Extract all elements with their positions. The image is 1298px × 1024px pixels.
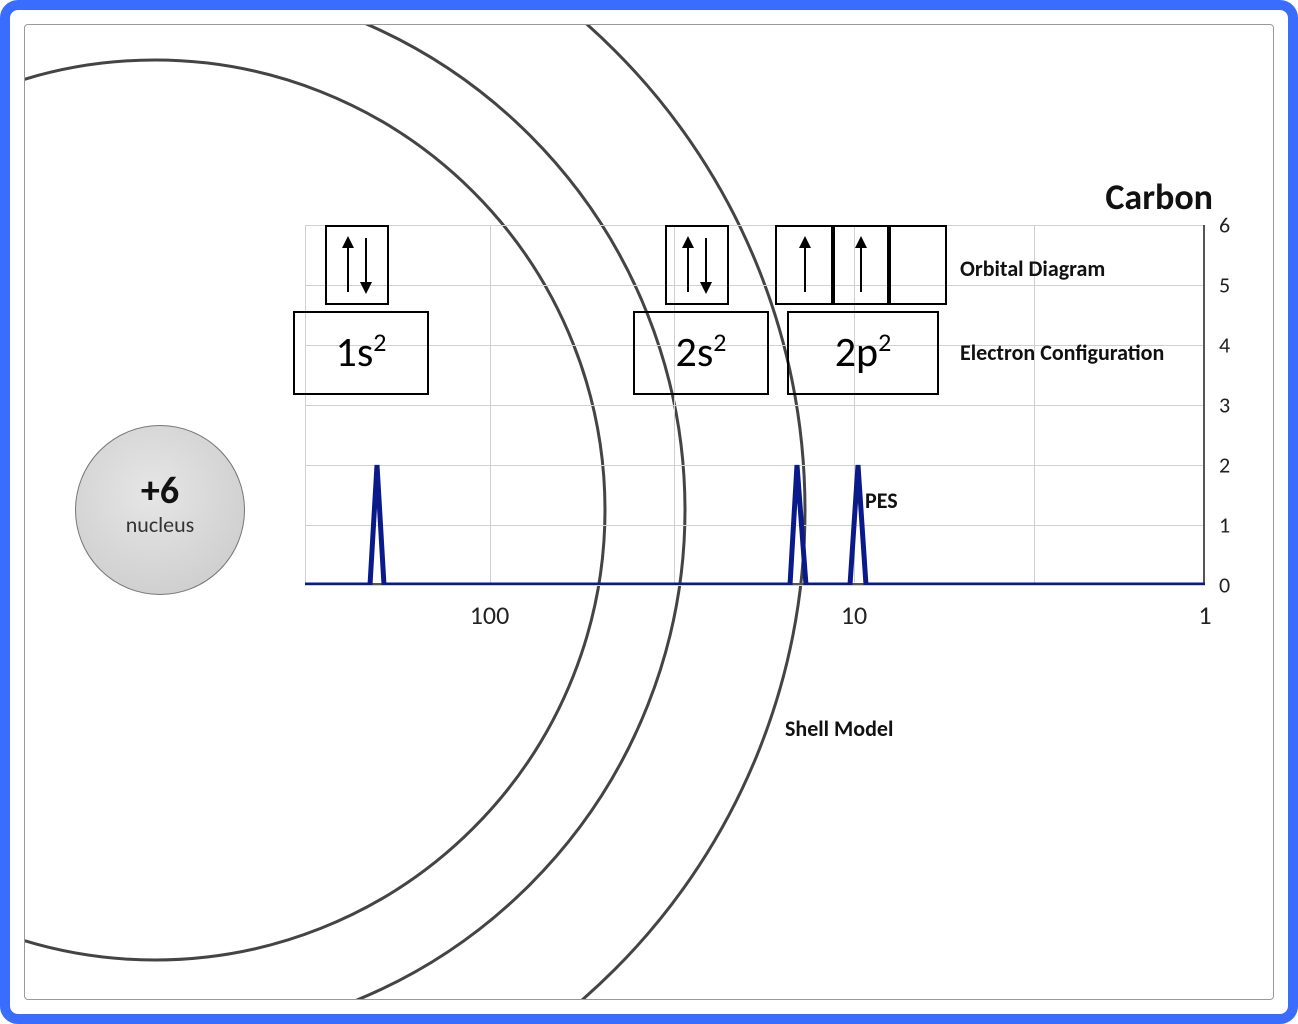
ytick-1: 1 xyxy=(1219,511,1230,538)
config-1s-base: 1s xyxy=(336,327,374,378)
ytick-5: 5 xyxy=(1219,272,1230,299)
config-2s: 2s2 xyxy=(633,311,769,395)
xtick-100: 100 xyxy=(470,599,510,631)
element-title: Carbon xyxy=(1105,175,1213,219)
config-2s-exp: 2 xyxy=(713,326,726,358)
spin-up-icon xyxy=(860,238,862,292)
spin-down-icon xyxy=(365,238,367,292)
spin-up-icon xyxy=(687,238,689,292)
xtick-10: 10 xyxy=(841,599,867,631)
nucleus: +6 nucleus xyxy=(75,425,245,595)
config-2p-base: 2p xyxy=(835,327,878,378)
nucleus-charge: +6 xyxy=(76,471,244,513)
nucleus-label: nucleus xyxy=(76,513,244,537)
orbital-2p-1 xyxy=(775,225,835,305)
spin-down-icon xyxy=(705,238,707,292)
config-2p-exp: 2 xyxy=(878,326,891,358)
spin-up-icon xyxy=(804,238,806,292)
config-1s-exp: 2 xyxy=(373,326,386,358)
figure-canvas: Carbon +6 nucleus 0 1 2 xyxy=(24,24,1274,1000)
label-orbital: Orbital Diagram xyxy=(960,255,1105,282)
spin-up-icon xyxy=(347,238,349,292)
ytick-4: 4 xyxy=(1219,331,1230,358)
xtick-1: 1 xyxy=(1198,599,1211,631)
label-shell: Shell Model xyxy=(785,715,893,742)
figure-frame: Carbon +6 nucleus 0 1 2 xyxy=(0,0,1298,1024)
config-2p: 2p2 xyxy=(787,311,939,395)
ytick-2: 2 xyxy=(1219,452,1230,479)
label-pes: PES xyxy=(865,487,898,514)
orbital-2p-3 xyxy=(887,225,947,305)
config-2s-base: 2s xyxy=(676,327,714,378)
label-config: Electron Configuration xyxy=(960,339,1164,366)
orbital-2p-2 xyxy=(831,225,891,305)
config-1s: 1s2 xyxy=(293,311,429,395)
ytick-6: 6 xyxy=(1219,212,1230,239)
ytick-3: 3 xyxy=(1219,392,1230,419)
orbital-2s xyxy=(665,225,729,305)
orbital-1s xyxy=(325,225,389,305)
ytick-0: 0 xyxy=(1219,572,1230,599)
